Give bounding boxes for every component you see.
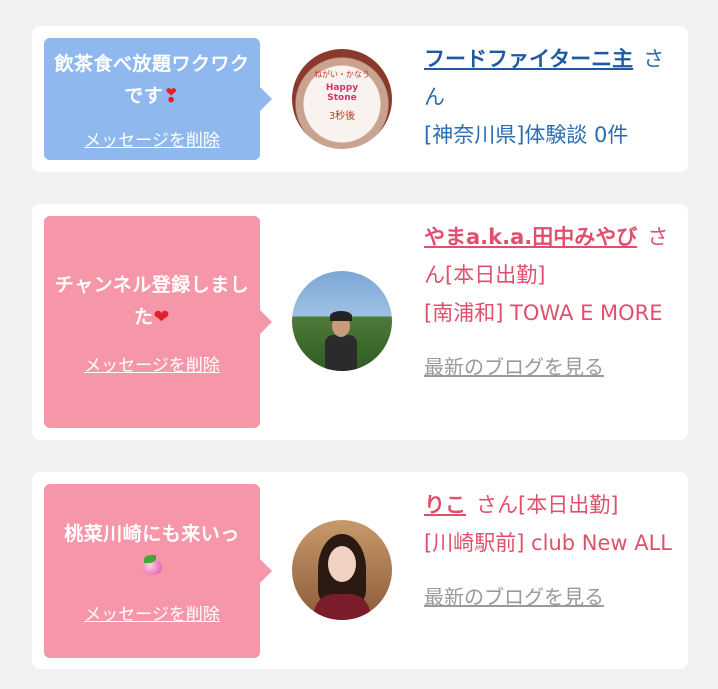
user-details: [神奈川県]体験談 0件 — [424, 123, 629, 147]
delete-message-link[interactable]: メッセージを削除 — [84, 126, 220, 151]
avatar-face — [328, 546, 356, 582]
delete-message-link[interactable]: メッセージを削除 — [84, 351, 220, 376]
avatar-hair — [330, 311, 352, 321]
message-card: 飲茶食べ放題ワクワクです❣ メッセージを削除 ねがい・かなう Happy Sto… — [32, 26, 688, 172]
latest-blog-link[interactable]: 最新のブログを見る — [424, 348, 674, 386]
avatar-text-bottom: 3秒後 — [328, 111, 356, 122]
user-name-link[interactable]: フードファイターニ主 — [424, 47, 633, 71]
user-line: フードファイターニ主 さん — [424, 40, 674, 116]
honorific: さん[本日出勤] — [476, 493, 619, 517]
avatar-body — [314, 594, 370, 620]
user-info: りこ さん[本日出勤] [川崎駅前] club New ALL 最新のブログを見る — [424, 486, 674, 616]
message-card: 桃菜川崎にも来いっ メッセージを削除 りこ さん[本日出勤] [川崎駅前] clu… — [32, 472, 688, 669]
avatar-text-mid: Happy Stone — [325, 83, 359, 103]
delete-message-link[interactable]: メッセージを削除 — [84, 600, 220, 625]
message-bubble: チャンネル登録しました❤ メッセージを削除 — [44, 216, 272, 428]
message-bubble: 飲茶食べ放題ワクワクです❣ メッセージを削除 — [44, 38, 272, 160]
message-card: チャンネル登録しました❤ メッセージを削除 やまa.k.a.田中みやび さん[本日… — [32, 204, 688, 440]
message-bubble: 桃菜川崎にも来いっ メッセージを削除 — [44, 484, 272, 658]
latest-blog-link[interactable]: 最新のブログを見る — [424, 578, 674, 616]
user-info: フードファイターニ主 さん [神奈川県]体験談 0件 — [424, 40, 674, 154]
user-line: やまa.k.a.田中みやび さん[本日出勤] — [424, 218, 674, 294]
avatar[interactable]: ねがい・かなう Happy Stone 3秒後 — [292, 49, 392, 149]
heart-icon: ❤ — [153, 305, 170, 328]
user-info: やまa.k.a.田中みやび さん[本日出勤] [南浦和] TOWA E MORE … — [424, 218, 674, 386]
avatar[interactable] — [292, 271, 392, 371]
avatar-text-top: ねがい・かなう — [314, 70, 370, 79]
message-text: チャンネル登録しました❤ — [54, 273, 250, 328]
user-details: [川崎駅前] club New ALL — [424, 531, 673, 555]
heart-exclamation-icon: ❣ — [163, 84, 180, 107]
user-name-link[interactable]: りこ — [424, 493, 466, 517]
user-name-link[interactable]: やまa.k.a.田中みやび — [424, 225, 637, 249]
message-text: 飲茶食べ放題ワクワクです❣ — [54, 52, 250, 107]
peach-icon — [141, 554, 163, 576]
message-text: 桃菜川崎にも来いっ — [54, 518, 250, 582]
user-details: [南浦和] TOWA E MORE — [424, 301, 663, 325]
user-line: りこ さん[本日出勤] — [424, 486, 674, 524]
avatar[interactable] — [292, 520, 392, 620]
avatar-figure — [325, 335, 357, 371]
